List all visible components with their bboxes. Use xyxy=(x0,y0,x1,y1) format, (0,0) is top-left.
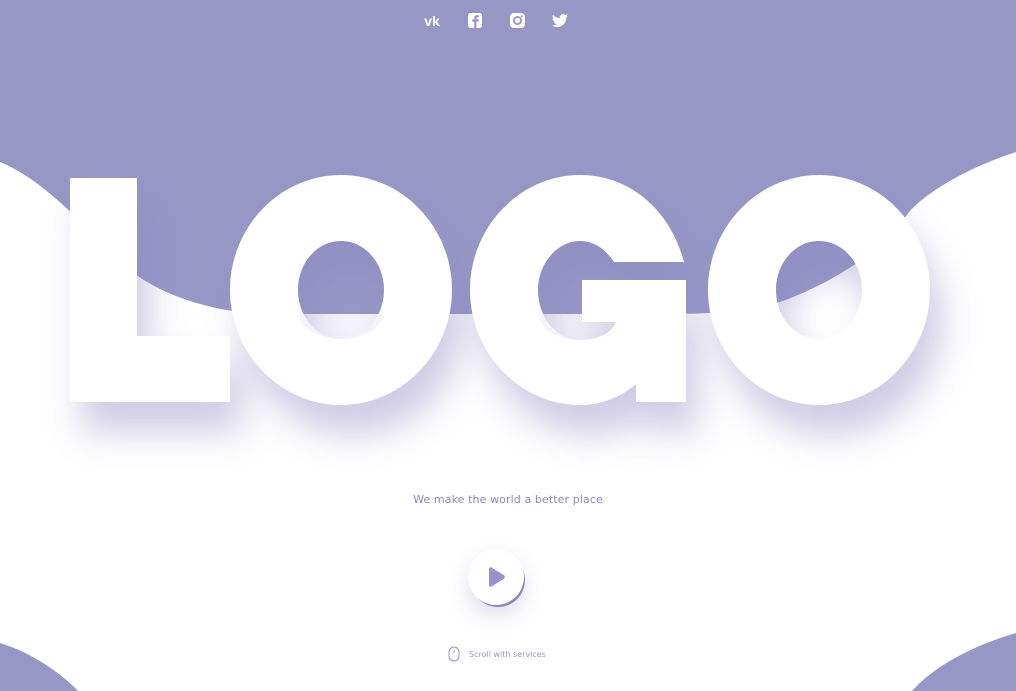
mouse-icon xyxy=(448,646,460,662)
twitter-icon[interactable] xyxy=(548,10,572,32)
instagram-icon[interactable] xyxy=(505,10,529,32)
landing-page: vk We make the world a better place Scro… xyxy=(0,0,1016,691)
play-icon xyxy=(489,567,505,587)
scroll-hint[interactable]: Scroll with services xyxy=(448,646,546,662)
svg-text:vk: vk xyxy=(424,13,440,29)
social-links: vk xyxy=(416,10,576,32)
vk-icon[interactable]: vk xyxy=(420,10,444,32)
scroll-label: Scroll with services xyxy=(469,649,546,659)
tagline: We make the world a better place xyxy=(413,493,603,506)
facebook-icon[interactable] xyxy=(463,10,487,32)
play-button[interactable] xyxy=(468,549,524,605)
